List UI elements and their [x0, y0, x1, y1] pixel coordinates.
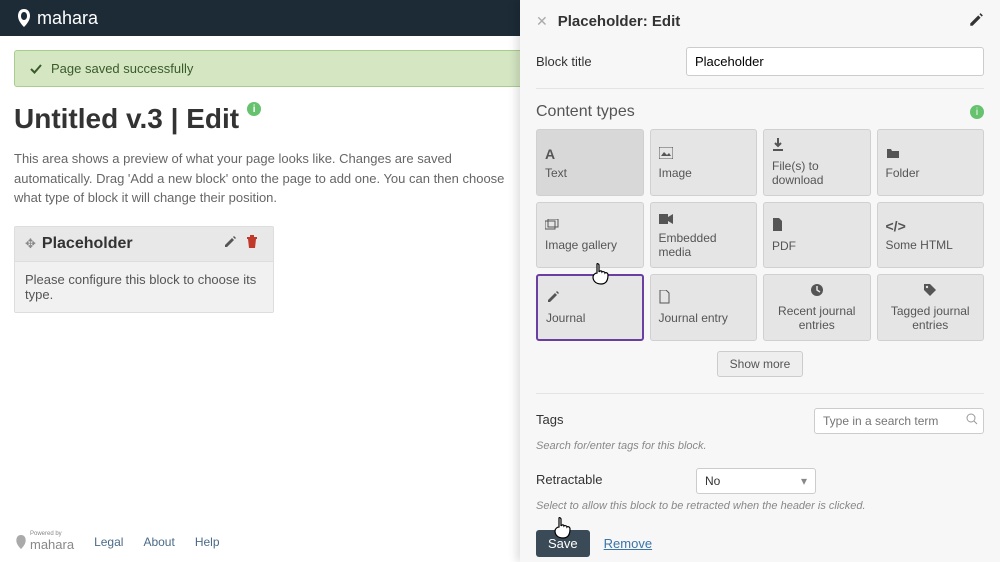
remove-link[interactable]: Remove — [604, 536, 652, 551]
block-title: Placeholder — [42, 235, 219, 253]
footer-logo: Powered bymahara — [14, 531, 74, 552]
tags-block: Tags Search for/enter tags for this bloc… — [536, 393, 984, 452]
tile-journal-entry[interactable]: Journal entry — [650, 274, 758, 341]
tile-tagged-entries[interactable]: Tagged journal entries — [877, 274, 985, 341]
mahara-logo-icon — [15, 8, 33, 28]
gallery-icon — [545, 218, 635, 234]
tags-label: Tags — [536, 412, 563, 427]
save-button[interactable]: Save — [536, 530, 590, 557]
download-icon — [772, 138, 862, 155]
edit-panel: ✕ Placeholder: Edit Block title Content … — [520, 0, 1000, 562]
footer: Powered bymahara Legal About Help — [14, 531, 220, 552]
tile-files[interactable]: File(s) to download — [763, 129, 871, 196]
tile-journal[interactable]: Journal — [536, 274, 644, 341]
pdf-icon — [772, 218, 862, 235]
block-title-row: Block title — [536, 47, 984, 89]
placeholder-block: ✥ Placeholder Please configure this bloc… — [14, 226, 274, 313]
code-icon: </> — [886, 218, 976, 234]
tags-input[interactable] — [814, 408, 984, 434]
video-icon — [659, 211, 749, 227]
brand-logo[interactable]: mahara — [15, 8, 98, 29]
block-body: Please configure this block to choose it… — [15, 262, 273, 312]
edit-icon[interactable] — [968, 12, 984, 31]
retractable-select[interactable]: No — [696, 468, 816, 494]
panel-title: Placeholder: Edit — [558, 13, 968, 30]
alert-text: Page saved successfully — [51, 61, 193, 76]
text-icon: A — [545, 146, 635, 162]
close-icon[interactable]: ✕ — [536, 13, 548, 30]
tile-embedded[interactable]: Embedded media — [650, 202, 758, 268]
edit-block-icon[interactable] — [219, 235, 241, 252]
panel-header: ✕ Placeholder: Edit — [536, 12, 984, 31]
page-description: This area shows a preview of what your p… — [14, 149, 514, 208]
footer-legal-link[interactable]: Legal — [94, 535, 123, 549]
block-title-input[interactable] — [686, 47, 984, 76]
mahara-logo-icon — [14, 534, 28, 550]
tile-recent-entries[interactable]: Recent journal entries — [763, 274, 871, 341]
search-icon[interactable] — [966, 413, 978, 428]
file-icon — [659, 290, 749, 307]
content-types-heading: Content types i — [536, 103, 984, 121]
footer-about-link[interactable]: About — [143, 535, 174, 549]
block-header: ✥ Placeholder — [15, 227, 273, 262]
tile-folder[interactable]: Folder — [877, 129, 985, 196]
tile-gallery[interactable]: Image gallery — [536, 202, 644, 268]
info-icon[interactable]: i — [970, 105, 984, 119]
delete-block-icon[interactable] — [241, 235, 263, 252]
retractable-label: Retractable — [536, 472, 696, 487]
tag-icon — [923, 283, 937, 300]
move-icon[interactable]: ✥ — [25, 236, 36, 252]
show-more-wrap: Show more — [536, 351, 984, 377]
folder-icon — [886, 146, 976, 162]
info-icon[interactable]: i — [247, 102, 261, 116]
tile-image[interactable]: Image — [650, 129, 758, 196]
show-more-button[interactable]: Show more — [717, 351, 804, 377]
content-type-grid: AText Image File(s) to download Folder I… — [536, 129, 984, 341]
retractable-hint: Select to allow this block to be retract… — [536, 500, 984, 512]
check-icon — [29, 62, 43, 76]
tags-hint: Search for/enter tags for this block. — [536, 440, 984, 452]
action-bar: Save Remove — [536, 530, 984, 557]
brand-text: mahara — [37, 8, 98, 29]
tile-text[interactable]: AText — [536, 129, 644, 196]
tile-html[interactable]: </>Some HTML — [877, 202, 985, 268]
clock-icon — [810, 283, 824, 300]
image-icon — [659, 146, 749, 162]
pencil-icon — [546, 290, 634, 307]
block-title-label: Block title — [536, 54, 686, 69]
footer-help-link[interactable]: Help — [195, 535, 220, 549]
retractable-block: Retractable No Select to allow this bloc… — [536, 468, 984, 512]
tile-pdf[interactable]: PDF — [763, 202, 871, 268]
